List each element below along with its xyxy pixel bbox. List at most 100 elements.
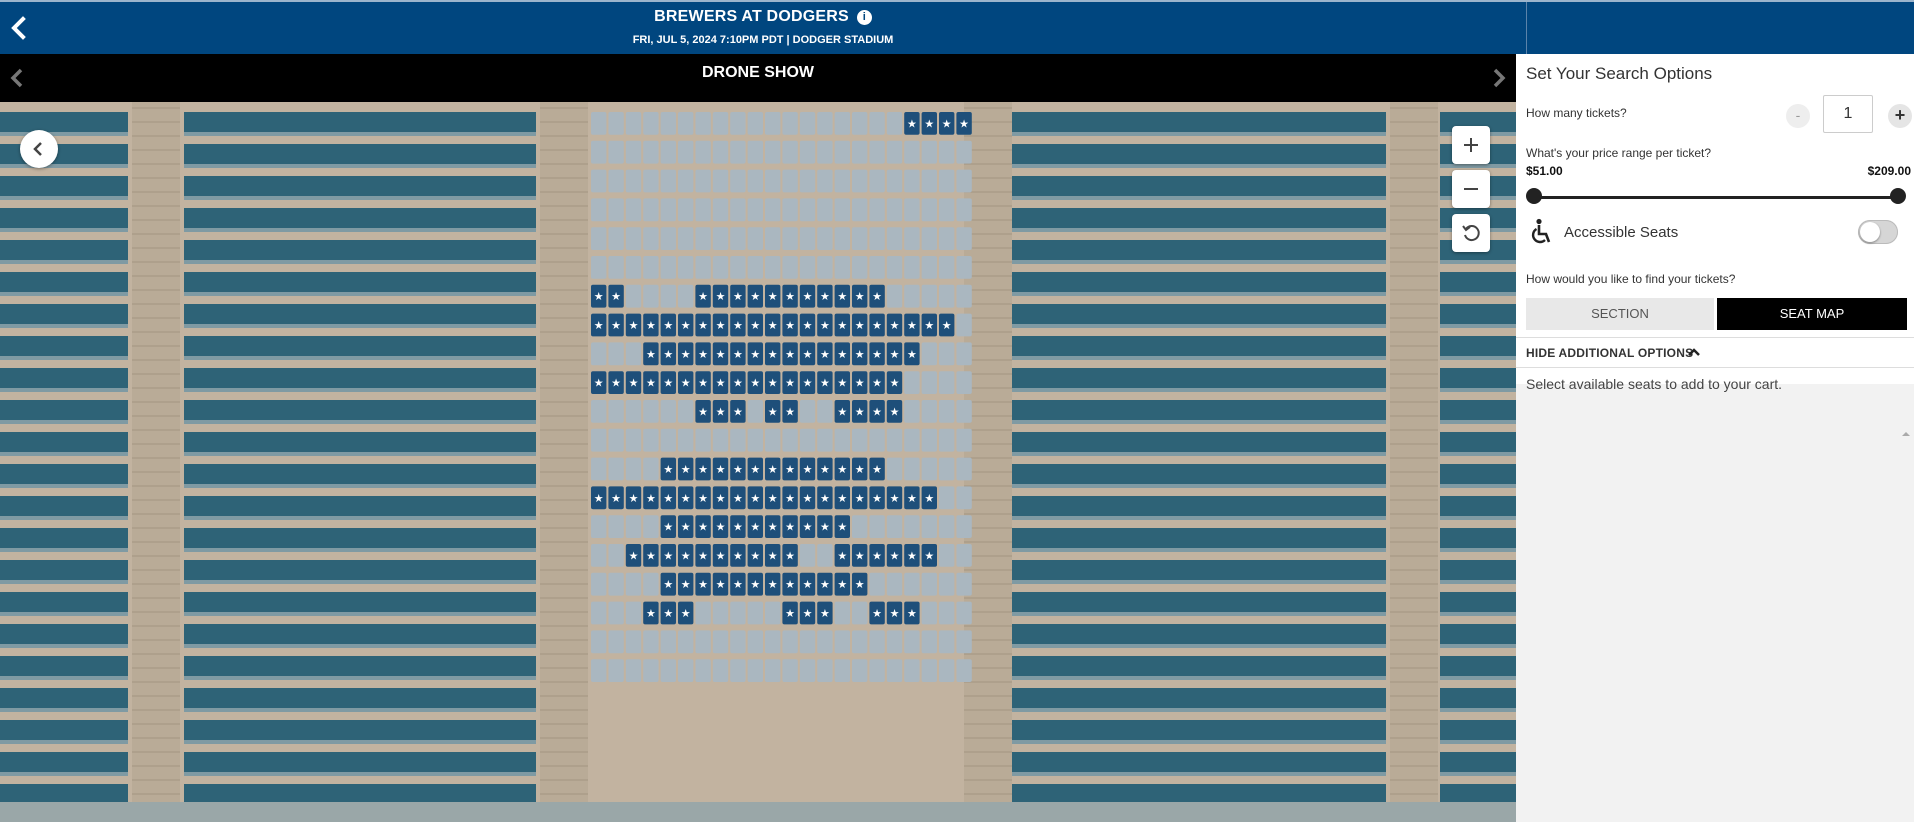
- zoom-out-button[interactable]: [1452, 170, 1490, 208]
- seat-star-icon: ★: [785, 319, 795, 332]
- seat-star-icon: ★: [768, 319, 778, 332]
- seat-star-icon: ★: [837, 578, 847, 591]
- seat-star-icon: ★: [890, 549, 900, 562]
- seat-star-icon: ★: [768, 377, 778, 390]
- decrease-quantity-button[interactable]: -: [1786, 104, 1810, 128]
- unavailable-seat: [608, 169, 624, 193]
- accessible-seats-toggle[interactable]: [1858, 220, 1898, 244]
- scroll-up-icon[interactable]: [1902, 430, 1910, 438]
- seat-row-edge: [1012, 708, 1386, 712]
- event-title-text: BREWERS AT DODGERS: [654, 8, 849, 25]
- seat-row-edge: [1012, 548, 1386, 552]
- seat-star-icon: ★: [820, 377, 830, 390]
- hide-additional-options-toggle[interactable]: HIDE ADDITIONAL OPTIONS: [1516, 337, 1914, 368]
- map-back-button[interactable]: [20, 130, 58, 168]
- unavailable-seat: [695, 630, 711, 654]
- unavailable-seat: [625, 515, 642, 538]
- seat-star-icon: ★: [890, 348, 900, 361]
- seat-star-icon: ★: [803, 463, 813, 476]
- unavailable-seat: [886, 169, 903, 193]
- unavailable-seat: [904, 371, 920, 394]
- unavailable-seat: [625, 601, 642, 625]
- teal-seat-row: [1012, 368, 1386, 388]
- seat-star-icon: ★: [681, 319, 691, 332]
- unavailable-seat: [939, 400, 955, 423]
- unavailable-seat: [591, 659, 607, 682]
- unavailable-seat: [817, 140, 833, 164]
- seat-row-edge: [0, 228, 128, 232]
- seat-star-icon: ★: [716, 578, 726, 591]
- seat-star-icon: ★: [855, 578, 865, 591]
- seat-row-edge: [1012, 772, 1386, 776]
- seat-star-icon: ★: [803, 607, 813, 620]
- seat-star-icon: ★: [890, 405, 900, 418]
- unavailable-seat: [712, 198, 729, 222]
- price-range-track[interactable]: [1534, 196, 1898, 199]
- unavailable-seat: [643, 400, 659, 423]
- unavailable-seat: [852, 659, 868, 682]
- unavailable-seat: [730, 256, 746, 279]
- seat-row-edge: [0, 324, 128, 328]
- unavailable-seat: [695, 601, 711, 625]
- unavailable-seat: [921, 659, 937, 682]
- seat-row-edge: [1012, 388, 1386, 392]
- unavailable-seat: [660, 630, 676, 654]
- seat-star-icon: ★: [698, 578, 708, 591]
- unavailable-seat: [956, 515, 972, 538]
- teal-seat-row: [1440, 656, 1516, 676]
- unavailable-seat: [852, 601, 868, 625]
- price-max-handle[interactable]: [1890, 188, 1906, 204]
- unavailable-seat: [678, 256, 694, 279]
- teal-seat-row: [1012, 432, 1386, 452]
- seat-map[interactable]: ★ ★ ★ ★ ★ ★ ★ ★ ★ ★ ★ ★ ★ ★ ★ ★ ★ ★ ★ ★ ★ ★ ★ ★ ★ ★ ★ ★ ★ ★ ★ ★ ★ ★ ★ ★ ★ ★ ★ ★…: [0, 102, 1516, 822]
- seat-star-icon: ★: [768, 348, 778, 361]
- unavailable-seat: [608, 400, 624, 423]
- unavailable-seat: [625, 284, 642, 308]
- price-min-handle[interactable]: [1526, 188, 1542, 204]
- unavailable-seat: [817, 256, 833, 279]
- seat-row-edge: [0, 292, 128, 296]
- unavailable-seat: [660, 256, 676, 279]
- zoom-in-button[interactable]: [1452, 126, 1490, 164]
- teal-seat-row: [184, 688, 536, 708]
- unavailable-seat: [799, 227, 816, 250]
- unavailable-seat: [956, 572, 972, 596]
- tab-section[interactable]: SECTION: [1526, 298, 1714, 330]
- info-icon[interactable]: i: [856, 9, 872, 25]
- unavailable-seat: [869, 572, 885, 596]
- unavailable-seat: [956, 659, 972, 682]
- seat-star-icon: ★: [872, 463, 882, 476]
- minus-icon: [1464, 188, 1478, 190]
- section-label: DRONE SHOW: [702, 64, 814, 81]
- seat-row-edge: [0, 132, 128, 136]
- teal-seat-row: [1012, 624, 1386, 644]
- next-section-icon[interactable]: [1490, 66, 1508, 90]
- teal-seat-row: [0, 784, 128, 804]
- teal-seat-row: [1440, 272, 1516, 292]
- unavailable-seat: [712, 601, 729, 625]
- unavailable-seat: [834, 140, 850, 164]
- seat-star-icon: ★: [872, 319, 882, 332]
- reset-view-button[interactable]: [1452, 214, 1490, 252]
- teal-seat-row: [0, 528, 128, 548]
- teal-seat-row: [0, 272, 128, 292]
- seat-star-icon: ★: [837, 405, 847, 418]
- unavailable-seat: [591, 400, 607, 423]
- unavailable-seat: [956, 140, 972, 164]
- teal-seat-row: [1440, 784, 1516, 804]
- unavailable-seat: [939, 198, 955, 222]
- tab-seat-map[interactable]: SEAT MAP: [1717, 298, 1907, 330]
- find-method-label: How would you like to find your tickets?: [1526, 272, 1736, 286]
- unavailable-seat: [765, 659, 781, 682]
- seat-star-icon: ★: [629, 492, 639, 505]
- seat-row-edge: [184, 772, 536, 776]
- unavailable-seat: [921, 457, 937, 481]
- unavailable-seat: [625, 169, 642, 193]
- increase-quantity-button[interactable]: +: [1888, 104, 1912, 128]
- seat-row-edge: [1440, 708, 1516, 712]
- wheelchair-icon: [1531, 218, 1551, 244]
- seat-star-icon: ★: [768, 290, 778, 303]
- unavailable-seat: [643, 256, 659, 279]
- ticket-quantity-input[interactable]: 1: [1823, 95, 1873, 133]
- unavailable-seat: [695, 169, 711, 193]
